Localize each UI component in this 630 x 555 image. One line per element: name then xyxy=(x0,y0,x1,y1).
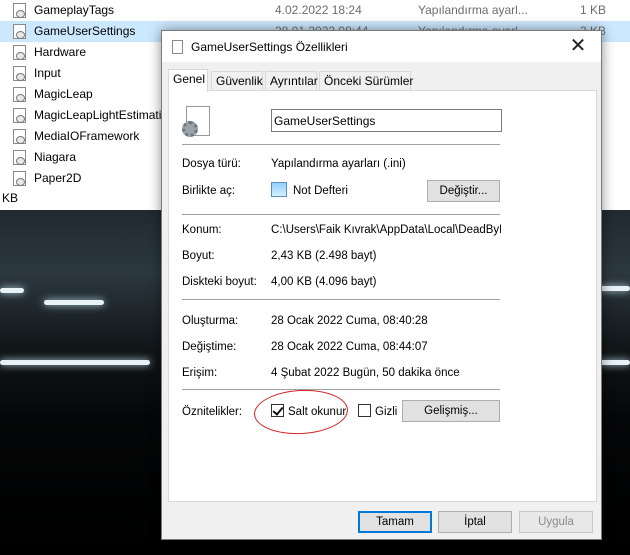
tab-previous-versions[interactable]: Önceki Sürümler xyxy=(319,71,413,91)
config-file-icon xyxy=(13,171,26,186)
file-type-label: Dosya türü: xyxy=(182,158,241,170)
file-name: GameplayTags xyxy=(34,3,115,17)
created-label: Oluşturma: xyxy=(182,315,239,327)
modified-value: 28 Ocak 2022 Cuma, 08:44:07 xyxy=(271,341,428,353)
file-name: Input xyxy=(34,66,61,80)
accessed-label: Erişim: xyxy=(182,367,218,379)
divider xyxy=(182,214,500,215)
divider xyxy=(182,389,500,390)
ok-button[interactable]: Tamam xyxy=(358,511,432,533)
config-file-icon xyxy=(13,66,26,81)
notepad-icon xyxy=(271,182,287,197)
hidden-checkbox[interactable] xyxy=(358,404,371,417)
file-type-value: Yapılandırma ayarları (.ini) xyxy=(271,158,406,170)
config-file-icon xyxy=(13,150,26,165)
light-streak xyxy=(0,360,150,365)
accessed-value: 4 Şubat 2022 Bugün, 50 dakika önce xyxy=(271,367,460,379)
divider xyxy=(182,144,500,145)
size-on-disk-label: Diskteki boyut: xyxy=(182,276,257,288)
divider xyxy=(182,299,500,300)
apply-button[interactable]: Uygula xyxy=(519,511,593,533)
location-label: Konum: xyxy=(182,224,222,236)
general-tab-panel: Dosya türü: Yapılandırma ayarları (.ini)… xyxy=(168,90,597,502)
file-row[interactable]: GameplayTags 4.02.2022 18:24 Yapılandırm… xyxy=(0,0,630,21)
size-value: 2,43 KB (2.498 bayt) xyxy=(271,250,377,262)
location-value: C:\Users\Faik Kıvrak\AppData\Local\DeadB… xyxy=(271,224,501,236)
attributes-label: Öznitelikler: xyxy=(182,406,243,418)
properties-dialog: GameUserSettings Özellikleri ✕ Genel Güv… xyxy=(161,30,602,540)
config-file-icon xyxy=(182,106,212,138)
advanced-button[interactable]: Gelişmiş... xyxy=(402,400,500,422)
created-value: 28 Ocak 2022 Cuma, 08:40:28 xyxy=(271,315,428,327)
file-name: Paper2D xyxy=(34,171,82,185)
light-streak xyxy=(44,300,104,305)
size-on-disk-value: 4,00 KB (4.096 bayt) xyxy=(271,276,377,288)
change-button[interactable]: Değiştir... xyxy=(427,180,500,202)
dialog-titlebar[interactable]: GameUserSettings Özellikleri ✕ xyxy=(162,31,601,62)
dialog-title: GameUserSettings Özellikleri xyxy=(191,40,348,54)
tab-details[interactable]: Ayrıntılar xyxy=(265,71,318,91)
file-type: Yapılandırma ayarl... xyxy=(418,3,528,17)
config-file-icon xyxy=(13,108,26,123)
config-file-icon xyxy=(13,45,26,60)
cancel-button[interactable]: İptal xyxy=(438,511,512,533)
config-file-icon xyxy=(13,87,26,102)
file-name: MagicLeap xyxy=(34,87,93,101)
opens-with-value: Not Defteri xyxy=(293,185,348,197)
size-label: Boyut: xyxy=(182,250,215,262)
config-file-icon xyxy=(13,3,26,18)
file-icon xyxy=(172,40,183,54)
tab-general[interactable]: Genel xyxy=(168,69,208,92)
file-name: Hardware xyxy=(34,45,87,59)
file-name: Niagara xyxy=(34,150,77,164)
file-name: MagicLeapLightEstimati xyxy=(34,108,162,122)
light-streak xyxy=(600,286,630,291)
hidden-label[interactable]: Gizli xyxy=(375,406,397,418)
modified-label: Değiştime: xyxy=(182,341,237,353)
opens-with-label: Birlikte aç: xyxy=(182,185,236,197)
file-name-input[interactable] xyxy=(271,109,502,132)
config-file-icon xyxy=(13,129,26,144)
status-bar-size: KB xyxy=(2,191,19,205)
file-size: 1 KB xyxy=(580,3,607,17)
light-streak xyxy=(600,360,630,365)
file-name: MediaIOFramework xyxy=(34,129,140,143)
file-name: GameUserSettings xyxy=(34,24,136,38)
tab-security[interactable]: Güvenlik xyxy=(211,71,263,91)
light-streak xyxy=(0,288,24,293)
close-button[interactable]: ✕ xyxy=(555,31,601,61)
config-file-icon xyxy=(13,24,26,39)
file-date: 4.02.2022 18:24 xyxy=(275,3,362,17)
